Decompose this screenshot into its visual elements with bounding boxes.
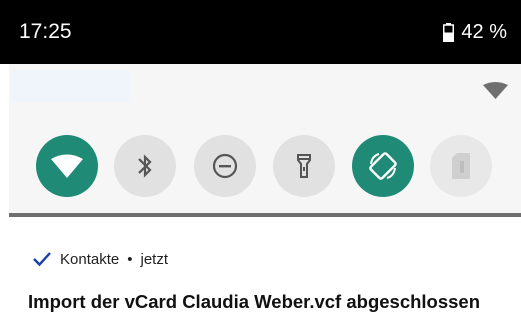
wifi-tile[interactable] (36, 135, 98, 197)
screen: 17:25 42 % Kontakte • jetzt Import der v… (0, 0, 521, 322)
check-icon (33, 252, 51, 267)
notification-card[interactable]: Kontakte • jetzt Import der vCard Claudi… (9, 217, 521, 322)
flashlight-tile[interactable] (273, 135, 335, 197)
bluetooth-tile[interactable] (114, 135, 176, 197)
flashlight-icon (297, 154, 311, 178)
quick-settings-panel (9, 64, 521, 215)
battery-level: 42 % (461, 21, 507, 43)
auto-rotate-tile[interactable] (352, 135, 414, 197)
notification-time: jetzt (140, 250, 168, 268)
do-not-disturb-icon (212, 153, 238, 179)
auto-rotate-icon (369, 152, 397, 180)
do-not-disturb-tile[interactable] (194, 135, 256, 197)
sim-card-icon (452, 153, 470, 179)
status-time: 17:25 (19, 20, 72, 43)
sim-card-tile[interactable] (430, 135, 492, 197)
notification-separator: • (127, 250, 133, 268)
bluetooth-icon (138, 154, 152, 178)
status-indicators: 42 % (443, 20, 507, 44)
notification-app-name: Kontakte (60, 250, 120, 268)
quick-settings-tiles (9, 64, 521, 215)
status-bar: 17:25 42 % (0, 0, 521, 64)
battery-icon (443, 22, 455, 42)
notification-title: Import der vCard Claudia Weber.vcf abges… (28, 291, 481, 312)
notification-header: Kontakte • jetzt (32, 249, 168, 269)
wifi-icon (51, 154, 83, 178)
